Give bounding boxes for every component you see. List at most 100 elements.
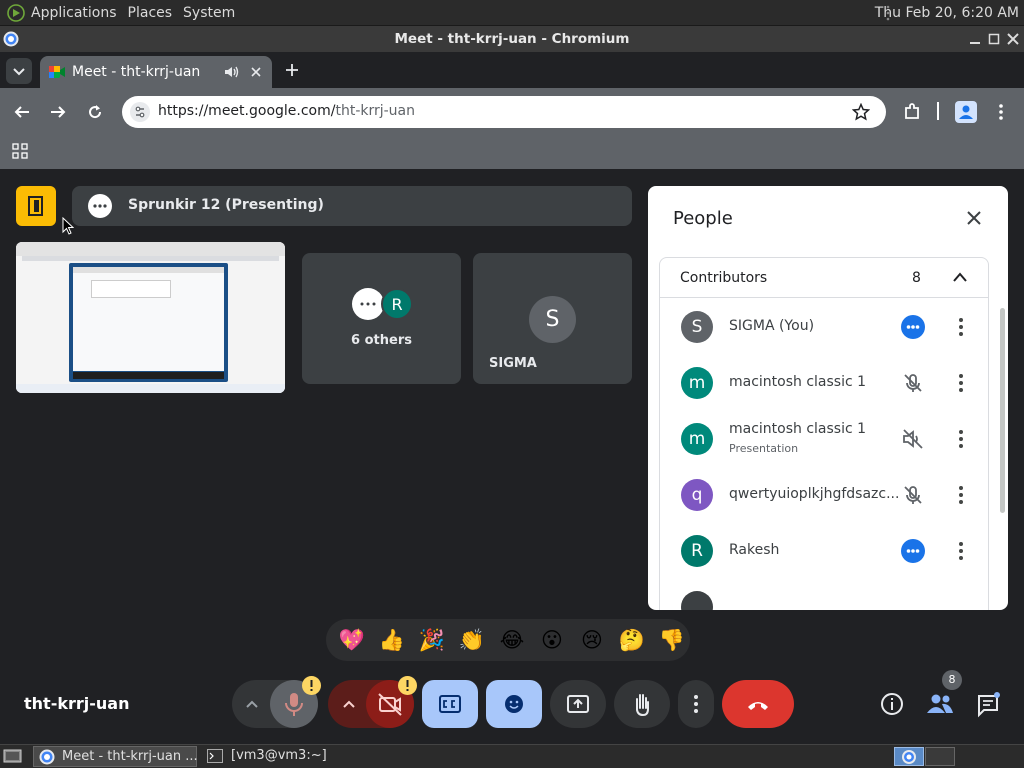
people-panel: People Contributors 8 S SIGMA (You) m macin…	[648, 186, 1008, 610]
participant-more-icon[interactable]	[953, 429, 969, 449]
participant-more-icon[interactable]	[953, 485, 969, 505]
chevron-up-icon[interactable]	[952, 271, 968, 283]
participant-more-icon[interactable]	[953, 541, 969, 561]
gnome-logo-icon[interactable]	[7, 3, 25, 22]
close-window-icon[interactable]	[1006, 32, 1020, 46]
system-menu[interactable]: System	[183, 5, 235, 21]
reaction-emoji[interactable]: 🤔	[617, 625, 647, 655]
reload-icon[interactable]	[86, 103, 104, 121]
people-button[interactable]	[922, 688, 958, 720]
show-desktop-icon[interactable]	[3, 748, 23, 765]
closed-captions-icon	[439, 695, 461, 713]
back-icon[interactable]	[13, 104, 31, 120]
taskbar-item-terminal[interactable]: [vm3@vm3:~]	[203, 746, 353, 767]
address-bar[interactable]: https://meet.google.com/tht-krrj-uan	[122, 96, 886, 128]
clock[interactable]: Thu Feb 20, 6:20 AM	[875, 0, 1019, 26]
chat-button[interactable]	[972, 688, 1004, 720]
reactions-button[interactable]	[486, 680, 542, 728]
terminal-icon	[207, 749, 223, 763]
panel-scrollbar[interactable]	[1000, 308, 1005, 513]
mic-off-icon[interactable]	[901, 371, 925, 395]
captions-button[interactable]	[422, 680, 478, 728]
reaction-emoji[interactable]: 😂	[497, 625, 527, 655]
participant-subtitle: Presentation	[729, 442, 799, 455]
apps-grid-icon[interactable]	[12, 143, 28, 159]
reaction-emoji[interactable]: 👎	[657, 625, 687, 655]
participant-list: S SIGMA (You) m macintosh classic 1 m macinto…	[649, 299, 989, 610]
chromium-icon	[902, 750, 916, 764]
chevron-up-icon	[246, 700, 258, 708]
more-options-button[interactable]	[678, 680, 714, 728]
chromium-icon	[39, 749, 55, 765]
others-label: 6 others	[351, 333, 412, 348]
participant-row[interactable]: q qwertyuioplkjhgfdsazc...	[649, 467, 989, 523]
maximize-window-icon[interactable]	[987, 32, 1001, 46]
chromium-icon	[3, 31, 19, 47]
close-panel-icon[interactable]	[966, 210, 982, 226]
reaction-emoji[interactable]: 😮	[537, 625, 567, 655]
reaction-emoji[interactable]: 👏	[457, 625, 487, 655]
tab-search-button[interactable]	[6, 58, 32, 84]
tab-meet[interactable]: Meet - tht-krrj-uan	[40, 56, 272, 88]
tab-close-icon[interactable]	[250, 66, 262, 78]
audio-options-button[interactable]	[242, 694, 262, 714]
workspace-switcher[interactable]	[894, 747, 924, 766]
participant-row[interactable]: R Rakesh	[649, 523, 989, 579]
bookmark-star-icon[interactable]	[852, 103, 870, 121]
participant-row[interactable]: m macintosh classic 1 Presentation	[649, 411, 989, 467]
browser-menu-icon[interactable]	[998, 103, 1004, 121]
reaction-emoji[interactable]: 😢	[577, 625, 607, 655]
participant-more-icon[interactable]	[953, 317, 969, 337]
emoji-icon	[505, 695, 523, 713]
forward-icon[interactable]	[49, 104, 67, 120]
door-icon	[28, 196, 43, 216]
people-icon	[927, 694, 953, 713]
bookmarks-bar	[0, 135, 1024, 169]
participant-avatar	[681, 591, 713, 610]
mic-off-icon[interactable]	[901, 483, 925, 507]
reaction-emoji[interactable]: 💖	[337, 625, 367, 655]
new-tab-icon[interactable]	[284, 62, 300, 78]
camera-warning-badge	[398, 676, 417, 695]
others-tile[interactable]: R 6 others	[302, 253, 461, 384]
present-screen-button[interactable]	[550, 680, 606, 728]
audio-indicator-icon	[901, 539, 925, 563]
participant-name: macintosh classic 1	[729, 421, 867, 437]
participant-avatar: S	[681, 311, 713, 343]
taskbar-item-label: [vm3@vm3:~]	[231, 748, 327, 763]
participant-row[interactable]: S SIGMA (You)	[649, 299, 989, 355]
applications-menu[interactable]: Applications	[31, 5, 117, 21]
present-indicator-button[interactable]	[16, 186, 56, 226]
video-options-button[interactable]	[339, 694, 359, 714]
taskbar-item-meet[interactable]: Meet - tht-krrj-uan ...	[33, 746, 198, 767]
contributors-count: 8	[912, 270, 921, 286]
participant-more-icon[interactable]	[953, 373, 969, 393]
workspace-2[interactable]	[925, 747, 955, 766]
participant-name: qwertyuioplkjhgfdsazc...	[729, 486, 900, 502]
participant-row-partial[interactable]	[649, 579, 989, 610]
contributors-label: Contributors	[680, 270, 768, 286]
reaction-emoji[interactable]: 🎉	[417, 625, 447, 655]
others-avatar-presenter	[352, 288, 384, 320]
leave-call-button[interactable]	[722, 680, 794, 728]
contributors-header[interactable]: Contributors 8	[660, 258, 988, 298]
site-settings-icon[interactable]	[130, 102, 150, 122]
raise-hand-button[interactable]	[614, 680, 670, 728]
self-tile[interactable]: S SIGMA	[473, 253, 632, 384]
taskbar-item-label: Meet - tht-krrj-uan ...	[62, 749, 198, 764]
end-call-icon	[748, 702, 768, 710]
profile-icon[interactable]	[955, 101, 977, 123]
participant-avatar: m	[681, 367, 713, 399]
speaker-icon[interactable]	[224, 65, 240, 79]
places-menu[interactable]: Places	[128, 5, 173, 21]
minimize-window-icon[interactable]	[968, 32, 982, 46]
audio-indicator-icon	[901, 315, 925, 339]
system-top-bar: Applications Places System Thu Feb 20, 6…	[0, 0, 1024, 26]
meeting-details-button[interactable]	[876, 688, 908, 720]
participant-row[interactable]: m macintosh classic 1	[649, 355, 989, 411]
extensions-icon[interactable]	[903, 103, 921, 121]
volume-off-icon[interactable]	[901, 427, 925, 451]
shared-screen-tile[interactable]	[16, 242, 285, 393]
system-taskbar: Meet - tht-krrj-uan ... [vm3@vm3:~]	[0, 744, 1024, 768]
reaction-emoji[interactable]: 👍	[377, 625, 407, 655]
